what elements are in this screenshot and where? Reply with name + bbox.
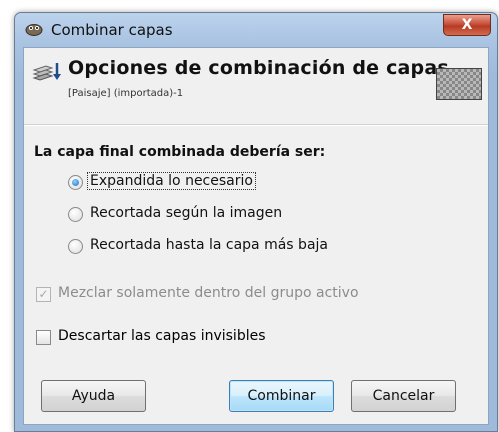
radio-clipped-bottom-layer[interactable]: Recortada hasta la capa más baja (68, 236, 368, 258)
title-bar[interactable]: Combinar capas X (15, 13, 497, 47)
merge-button[interactable]: Combinar (229, 380, 334, 412)
layer-thumbnail (436, 68, 482, 100)
dialog-window: Combinar capas X Opciones de combinación… (14, 12, 498, 432)
header-title: Opciones de combinación de capas (68, 57, 449, 79)
close-button[interactable]: X (443, 14, 491, 36)
checkbox-disabled: ✓ (36, 287, 51, 302)
gimp-app-icon (25, 24, 43, 36)
close-icon: X (461, 17, 473, 33)
window-title: Combinar capas (51, 21, 173, 39)
radio-clipped-image[interactable]: Recortada según la imagen (68, 204, 318, 226)
cancel-button[interactable]: Cancelar (351, 380, 456, 412)
radio-expanded[interactable]: Expandida lo necesario (68, 172, 288, 194)
header-separator (24, 124, 488, 126)
checkbox-label: Descartar las capas invisibles (58, 328, 266, 344)
help-button[interactable]: Ayuda (41, 380, 146, 412)
radio-label: Recortada hasta la capa más baja (90, 237, 328, 253)
radio-button[interactable] (68, 207, 83, 222)
dialog-header: Opciones de combinación de capas [Paisaj… (24, 48, 488, 104)
radio-button[interactable] (68, 239, 83, 254)
dialog-body: Opciones de combinación de capas [Paisaj… (23, 47, 489, 425)
image-subtitle: [Paisaje] (importada)-1 (68, 88, 184, 99)
radio-label: Expandida lo necesario (87, 172, 256, 190)
merge-type-label: La capa final combinada debería ser: (34, 144, 326, 160)
checkbox-label: Mezclar solamente dentro del grupo activ… (58, 285, 359, 301)
radio-label: Recortada según la imagen (90, 205, 283, 221)
radio-button-selected[interactable] (68, 175, 83, 190)
checkbox[interactable] (36, 330, 51, 345)
merge-layers-icon (32, 63, 61, 81)
